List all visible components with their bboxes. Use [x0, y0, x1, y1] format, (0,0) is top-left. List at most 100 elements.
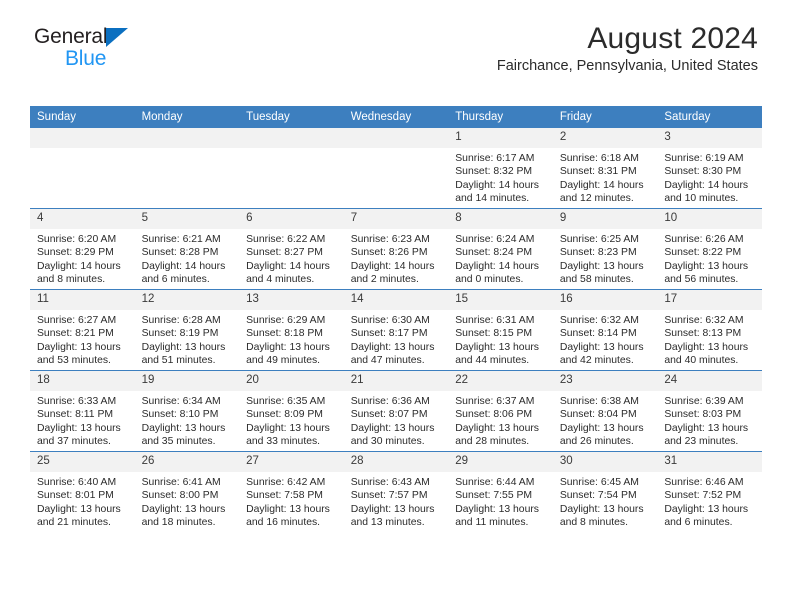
calendar-day-cell[interactable]: 3 Sunrise: 6:19 AM Sunset: 8:30 PM Daylight… [657, 128, 762, 209]
calendar-day-cell[interactable]: 14 Sunrise: 6:30 AM Sunset: 8:17 PM Dayligh… [343, 289, 449, 371]
calendar-day-cell[interactable]: 4 Sunrise: 6:20 AM Sunset: 8:29 PM Daylight… [30, 208, 135, 290]
sunrise-text: Sunrise: 6:34 AM [141, 396, 221, 407]
day-number: 22 [448, 371, 553, 391]
calendar-day-cell[interactable]: 5 Sunrise: 6:21 AM Sunset: 8:28 PM Daylight… [134, 208, 240, 290]
calendar-week-row: 18 Sunrise: 6:33 AM Sunset: 8:11 PM Dayligh… [30, 370, 762, 452]
day-detail: Sunrise: 6:22 AM Sunset: 8:27 PM Daylight:… [239, 229, 344, 287]
daylight-text-line2: and 56 minutes. [664, 274, 739, 286]
calendar-day-cell[interactable]: 2 Sunrise: 6:18 AM Sunset: 8:31 PM Daylight… [552, 128, 658, 209]
day-number: 23 [552, 371, 658, 391]
daylight-text-line1: Daylight: 13 hours [350, 422, 435, 434]
day-detail: Sunrise: 6:32 AM Sunset: 8:14 PM Daylight:… [553, 310, 658, 368]
day-detail: Sunrise: 6:30 AM Sunset: 8:17 PM Daylight:… [344, 310, 449, 368]
day-detail: Sunrise: 6:29 AM Sunset: 8:18 PM Daylight:… [239, 310, 344, 368]
day-detail: Sunrise: 6:39 AM Sunset: 8:03 PM Daylight:… [657, 391, 762, 449]
daylight-text-line1: Daylight: 13 hours [559, 341, 644, 353]
daylight-text-line1: Daylight: 13 hours [455, 503, 539, 515]
daylight-text-line2: and 53 minutes. [37, 355, 111, 367]
sunset-text: Sunset: 8:15 PM [455, 328, 533, 340]
logo-blue-label: Blue [65, 47, 107, 70]
calendar-day-cell[interactable]: 26 Sunrise: 6:41 AM Sunset: 8:00 PM Dayligh… [134, 451, 240, 532]
sunset-text: Sunset: 8:09 PM [246, 409, 323, 421]
daylight-text-line2: and 14 minutes. [455, 193, 530, 205]
sunrise-text: Sunrise: 6:44 AM [455, 477, 535, 488]
calendar-day-cell[interactable]: 16 Sunrise: 6:32 AM Sunset: 8:14 PM Dayligh… [552, 289, 658, 371]
calendar-week-row: 4 Sunrise: 6:20 AM Sunset: 8:29 PM Daylight… [30, 208, 762, 290]
calendar-day-cell[interactable]: 10 Sunrise: 6:26 AM Sunset: 8:22 PM Dayligh… [657, 208, 762, 290]
calendar-day-cell[interactable]: 24 Sunrise: 6:39 AM Sunset: 8:03 PM Dayligh… [657, 370, 762, 452]
daylight-text-line2: and 0 minutes. [455, 274, 524, 286]
sunrise-text: Sunrise: 6:45 AM [559, 477, 639, 488]
daylight-text-line1: Daylight: 14 hours [559, 179, 644, 191]
daylight-text-line1: Daylight: 13 hours [664, 341, 749, 353]
day-number: 9 [552, 209, 658, 229]
day-number: 16 [552, 290, 658, 310]
calendar-day-cell[interactable]: 18 Sunrise: 6:33 AM Sunset: 8:11 PM Dayligh… [30, 370, 135, 452]
daylight-text-line1: Daylight: 14 hours [455, 260, 539, 272]
sunrise-text: Sunrise: 6:22 AM [246, 234, 326, 245]
calendar-day-cell[interactable]: 30 Sunrise: 6:45 AM Sunset: 7:54 PM Dayligh… [552, 451, 658, 532]
day-number: 20 [239, 371, 344, 391]
calendar-day-cell[interactable]: 7 Sunrise: 6:23 AM Sunset: 8:26 PM Daylight… [343, 208, 449, 290]
sunrise-text: Sunrise: 6:46 AM [664, 477, 744, 488]
day-detail: Sunrise: 6:35 AM Sunset: 8:09 PM Daylight:… [239, 391, 344, 449]
sunset-text: Sunset: 8:01 PM [37, 490, 114, 502]
sunset-text: Sunset: 7:54 PM [559, 490, 637, 502]
day-detail: Sunrise: 6:18 AM Sunset: 8:31 PM Daylight:… [553, 148, 658, 206]
daylight-text-line2: and 16 minutes. [246, 517, 321, 529]
day-detail: Sunrise: 6:43 AM Sunset: 7:57 PM Daylight:… [344, 472, 449, 530]
weekday-header-sunday: Sunday [30, 106, 135, 128]
sunrise-text: Sunrise: 6:39 AM [664, 396, 744, 407]
weekday-header-thursday: Thursday [448, 106, 553, 128]
calendar-day-cell[interactable]: 29 Sunrise: 6:44 AM Sunset: 7:55 PM Dayligh… [448, 451, 553, 532]
daylight-text-line1: Daylight: 14 hours [350, 260, 435, 272]
calendar-day-cell[interactable]: 8 Sunrise: 6:24 AM Sunset: 8:24 PM Daylight… [448, 208, 553, 290]
day-detail: Sunrise: 6:37 AM Sunset: 8:06 PM Daylight:… [448, 391, 553, 449]
calendar-day-cell[interactable]: 17 Sunrise: 6:32 AM Sunset: 8:13 PM Dayligh… [657, 289, 762, 371]
daylight-text-line2: and 8 minutes. [559, 517, 628, 529]
calendar-day-cell[interactable]: 22 Sunrise: 6:37 AM Sunset: 8:06 PM Dayligh… [448, 370, 553, 452]
day-number: 29 [448, 452, 553, 472]
calendar-day-cell[interactable]: 15 Sunrise: 6:31 AM Sunset: 8:15 PM Dayligh… [448, 289, 553, 371]
calendar-day-cell[interactable]: 13 Sunrise: 6:29 AM Sunset: 8:18 PM Dayligh… [239, 289, 344, 371]
calendar-day-cell[interactable]: 12 Sunrise: 6:28 AM Sunset: 8:19 PM Dayligh… [134, 289, 240, 371]
daylight-text-line1: Daylight: 13 hours [246, 503, 330, 515]
day-number [239, 128, 344, 148]
calendar-week-row: 11 Sunrise: 6:27 AM Sunset: 8:21 PM Dayligh… [30, 289, 762, 371]
calendar-day-cell[interactable]: 19 Sunrise: 6:34 AM Sunset: 8:10 PM Dayligh… [134, 370, 240, 452]
calendar-day-cell[interactable]: 9 Sunrise: 6:25 AM Sunset: 8:23 PM Daylight… [552, 208, 658, 290]
daylight-text-line2: and 28 minutes. [455, 436, 530, 448]
day-detail: Sunrise: 6:36 AM Sunset: 8:07 PM Daylight:… [344, 391, 449, 449]
day-detail: Sunrise: 6:46 AM Sunset: 7:52 PM Daylight:… [657, 472, 762, 530]
daylight-text-line2: and 21 minutes. [37, 517, 111, 529]
day-number: 5 [134, 209, 240, 229]
weekday-header-tuesday: Tuesday [239, 106, 344, 128]
calendar-body: 1 Sunrise: 6:17 AM Sunset: 8:32 PM Daylight… [30, 128, 762, 532]
calendar-day-cell[interactable]: 27 Sunrise: 6:42 AM Sunset: 7:58 PM Dayligh… [239, 451, 344, 532]
calendar-day-cell[interactable]: 21 Sunrise: 6:36 AM Sunset: 8:07 PM Dayligh… [343, 370, 449, 452]
daylight-text-line2: and 8 minutes. [37, 274, 106, 286]
day-number: 19 [134, 371, 240, 391]
sunset-text: Sunset: 7:52 PM [664, 490, 742, 502]
calendar-day-cell[interactable]: 31 Sunrise: 6:46 AM Sunset: 7:52 PM Dayligh… [657, 451, 762, 532]
calendar-day-cell[interactable]: 23 Sunrise: 6:38 AM Sunset: 8:04 PM Dayligh… [552, 370, 658, 452]
day-detail: Sunrise: 6:20 AM Sunset: 8:29 PM Daylight:… [30, 229, 135, 287]
day-detail: Sunrise: 6:41 AM Sunset: 8:00 PM Daylight:… [135, 472, 240, 530]
sunset-text: Sunset: 8:31 PM [559, 166, 637, 178]
sunrise-text: Sunrise: 6:33 AM [37, 396, 117, 407]
weekday-header-monday: Monday [134, 106, 240, 128]
calendar-day-cell[interactable]: 11 Sunrise: 6:27 AM Sunset: 8:21 PM Dayligh… [30, 289, 135, 371]
day-detail: Sunrise: 6:25 AM Sunset: 8:23 PM Daylight:… [553, 229, 658, 287]
calendar-day-cell[interactable]: 20 Sunrise: 6:35 AM Sunset: 8:09 PM Dayligh… [239, 370, 344, 452]
calendar-day-cell[interactable]: 1 Sunrise: 6:17 AM Sunset: 8:32 PM Daylight… [448, 128, 553, 209]
logo-general-label: General [34, 25, 108, 48]
calendar-day-cell[interactable]: 25 Sunrise: 6:40 AM Sunset: 8:01 PM Dayligh… [30, 451, 135, 532]
calendar-day-cell[interactable]: 6 Sunrise: 6:22 AM Sunset: 8:27 PM Daylight… [239, 208, 344, 290]
day-detail: Sunrise: 6:31 AM Sunset: 8:15 PM Daylight:… [448, 310, 553, 368]
day-detail: Sunrise: 6:27 AM Sunset: 8:21 PM Daylight:… [30, 310, 135, 368]
calendar-day-cell[interactable]: 28 Sunrise: 6:43 AM Sunset: 7:57 PM Dayligh… [343, 451, 449, 532]
sunrise-text: Sunrise: 6:36 AM [350, 396, 430, 407]
day-number: 12 [134, 290, 240, 310]
day-number: 14 [343, 290, 449, 310]
general-blue-logo[interactable]: General Blue [34, 25, 129, 70]
